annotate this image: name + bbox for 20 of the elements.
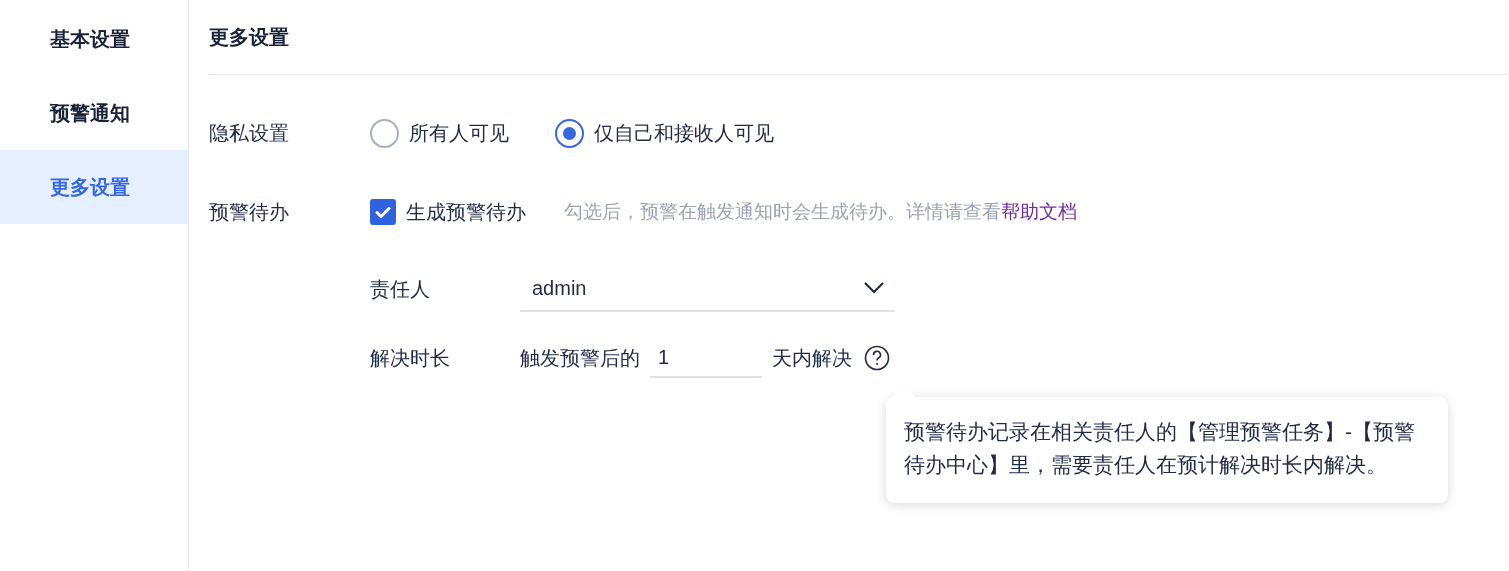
- field-label: 隐私设置: [209, 121, 290, 146]
- sidebar-item[interactable]: 更多设置: [0, 150, 188, 224]
- suffix-text: 天内解决: [772, 346, 852, 371]
- field-label: 解决时长: [370, 346, 451, 371]
- days-input[interactable]: 1: [650, 338, 762, 378]
- help-icon[interactable]: [864, 345, 890, 371]
- radio-button[interactable]: [555, 118, 584, 148]
- radio-button[interactable]: [370, 118, 399, 148]
- field-label: 预警待办: [209, 200, 290, 225]
- owner-select[interactable]: admin: [520, 266, 895, 312]
- field-label: 责任人: [370, 277, 431, 302]
- chevron-down-icon: [863, 281, 885, 295]
- help-link[interactable]: 帮助文档: [1001, 197, 1077, 227]
- radio-label: 仅自己和接收人可见: [594, 121, 774, 146]
- checkbox-label: 生成预警待办: [406, 200, 526, 225]
- radio-label: 所有人可见: [409, 121, 509, 146]
- section-title: 更多设置: [209, 25, 289, 50]
- prefix-text: 触发预警后的: [520, 346, 640, 371]
- checkbox[interactable]: [370, 199, 396, 225]
- hint-text: 勾选后，预警在触发通知时会生成待办。详情请查看: [564, 199, 1001, 224]
